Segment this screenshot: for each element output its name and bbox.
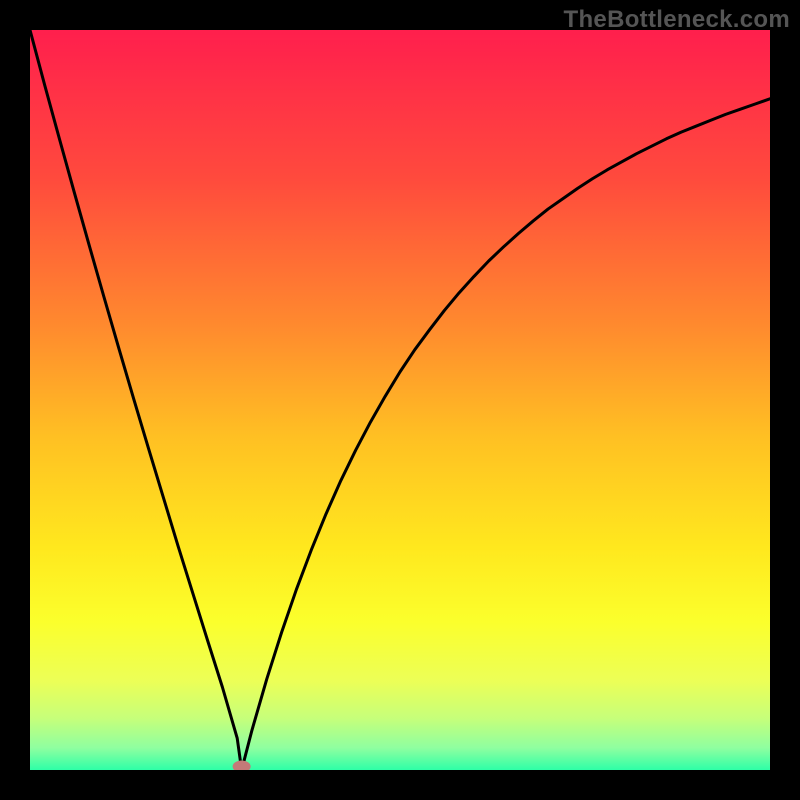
plot-area [30,30,770,770]
chart-frame: TheBottleneck.com [0,0,800,800]
chart-svg [30,30,770,770]
